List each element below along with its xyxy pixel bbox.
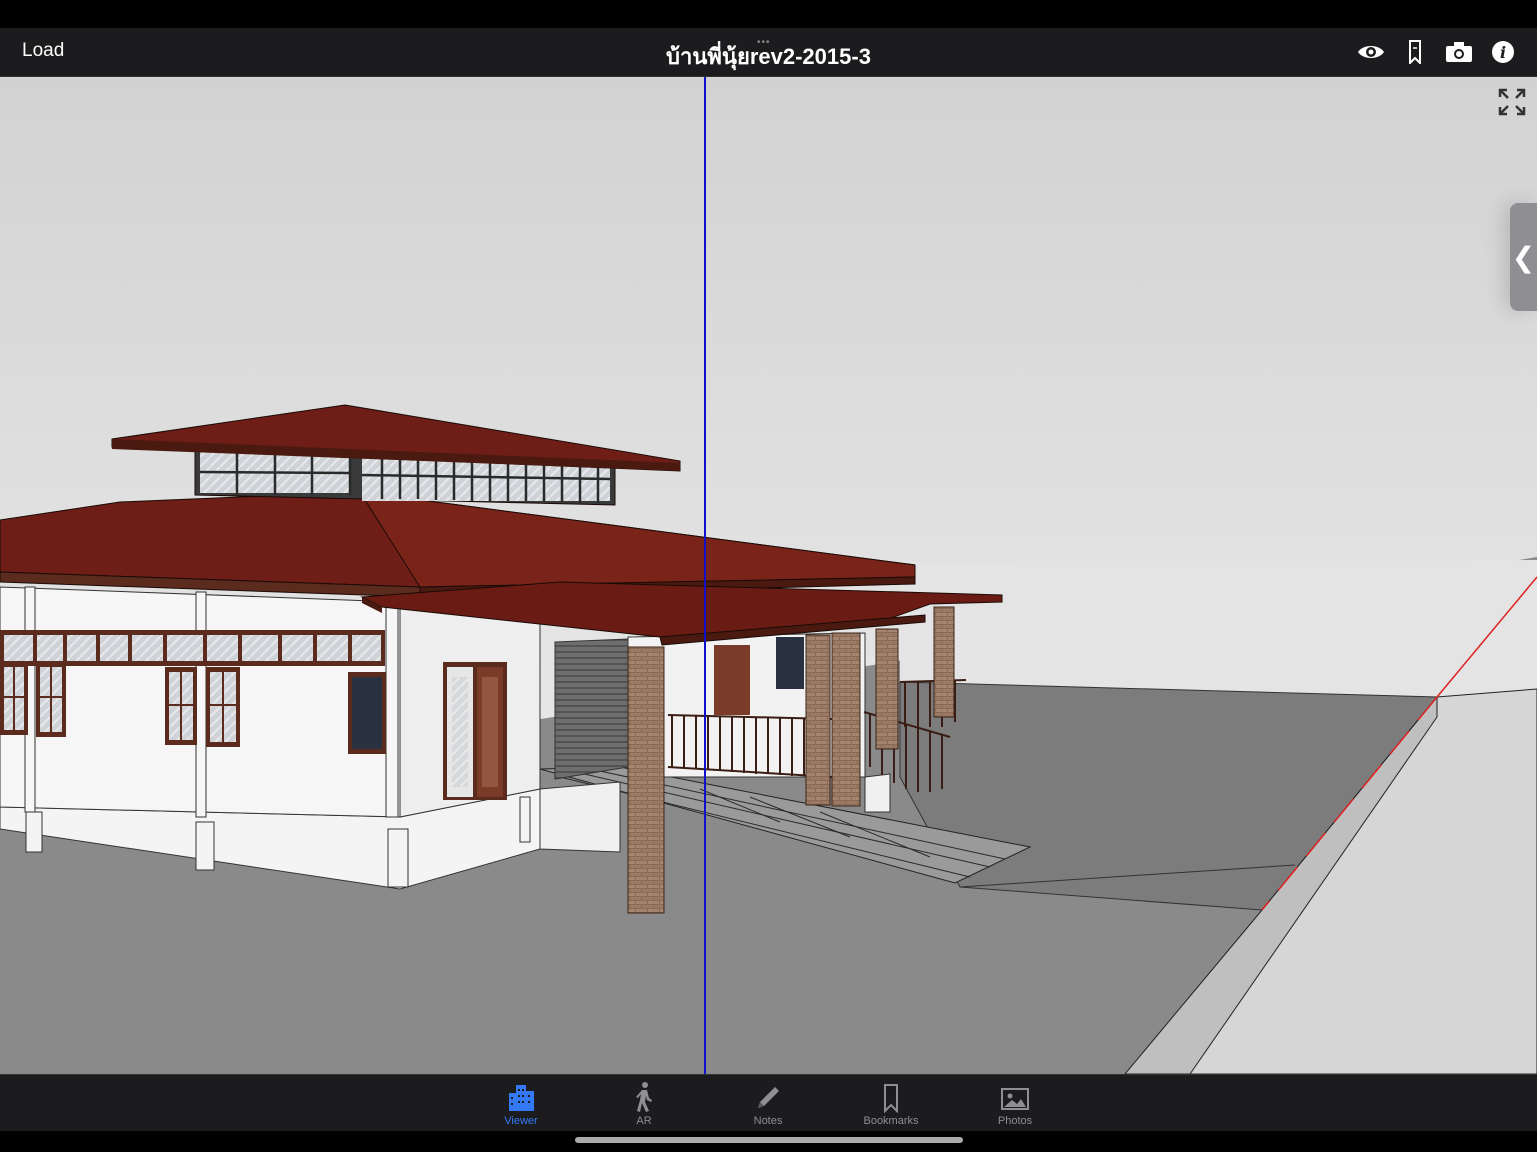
tab-bookmarks[interactable]: Bookmarks xyxy=(846,1079,936,1127)
building-icon xyxy=(476,1079,566,1113)
bottom-tab-bar: Viewer AR Notes Bookmarks Photos xyxy=(0,1074,1537,1131)
model-scene[interactable] xyxy=(0,77,1537,1074)
transom-windows xyxy=(0,630,385,666)
garage-shutter xyxy=(554,638,629,780)
status-bar xyxy=(0,0,1537,28)
walking-person-icon xyxy=(599,1079,689,1113)
tab-photos-label: Photos xyxy=(997,1115,1033,1127)
tab-viewer-label: Viewer xyxy=(504,1115,538,1127)
bookmark-icon xyxy=(846,1079,936,1113)
bookmark-icon[interactable] xyxy=(1401,38,1429,66)
3d-viewport[interactable]: ❮ xyxy=(0,77,1537,1074)
camera-icon[interactable] xyxy=(1445,38,1473,66)
tab-photos[interactable]: Photos xyxy=(970,1079,1060,1127)
far-plane xyxy=(900,560,1537,697)
svg-text:i: i xyxy=(1500,43,1506,62)
photo-icon xyxy=(970,1079,1060,1113)
top-toolbar: Load ••• บ้านพี่นุ้ยrev2-2015-3 i xyxy=(0,28,1537,77)
tab-viewer[interactable]: Viewer xyxy=(476,1079,566,1127)
front-double-door xyxy=(443,662,507,800)
tab-notes[interactable]: Notes xyxy=(723,1079,813,1127)
tab-ar[interactable]: AR xyxy=(599,1079,689,1127)
porch-door xyxy=(714,645,750,715)
load-button[interactable]: Load xyxy=(22,40,64,62)
side-panel-handle[interactable]: ❮ xyxy=(1510,203,1537,311)
home-indicator[interactable] xyxy=(575,1137,963,1143)
info-icon[interactable]: i xyxy=(1489,38,1517,66)
top-icon-group: i xyxy=(1357,38,1517,66)
porch-window xyxy=(776,637,804,689)
eye-icon[interactable] xyxy=(1357,38,1385,66)
tab-notes-label: Notes xyxy=(753,1115,783,1127)
drag-grabber[interactable]: ••• xyxy=(757,37,771,48)
porch-base xyxy=(864,773,891,813)
tab-ar-label: AR xyxy=(636,1115,652,1127)
pencil-icon xyxy=(723,1079,813,1113)
expand-icon[interactable] xyxy=(1497,87,1527,117)
garage-foundation xyxy=(539,781,621,853)
tab-bookmarks-label: Bookmarks xyxy=(863,1115,919,1127)
chevron-left-icon: ❮ xyxy=(1511,241,1536,273)
